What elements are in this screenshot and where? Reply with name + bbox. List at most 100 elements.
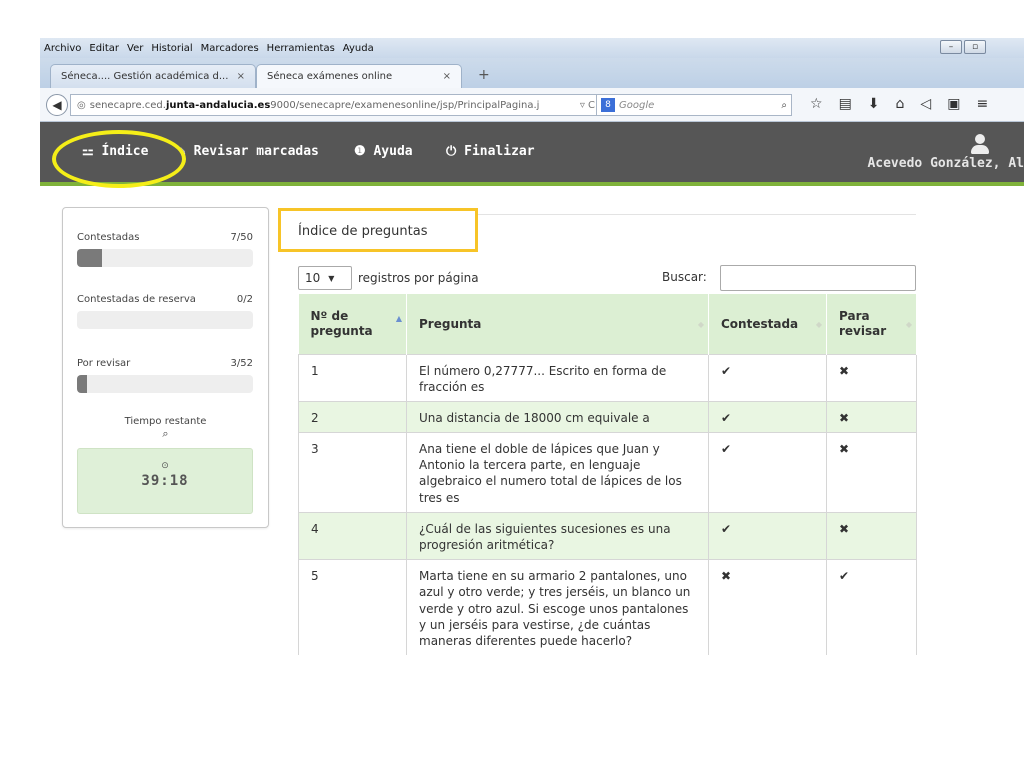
page-length-control: 10 ▼ registros por página — [298, 266, 479, 290]
minimize-icon[interactable]: – — [940, 40, 962, 54]
menu-icon[interactable]: ≡ — [976, 96, 988, 112]
search-input[interactable] — [720, 265, 916, 291]
menu-marcadores[interactable]: Marcadores — [197, 43, 263, 54]
menu-editar[interactable]: Editar — [85, 43, 123, 54]
browser-menubar: Archivo Editar Ver Historial Marcadores … — [40, 38, 1024, 58]
window-controls: – ▫ — [940, 40, 986, 54]
menu-historial[interactable]: Historial — [147, 43, 196, 54]
nav-ayuda[interactable]: ❶ Ayuda — [354, 144, 413, 159]
nav-label: Finalizar — [464, 144, 535, 159]
url-domain: junta-andalucia.es — [165, 99, 271, 111]
progress-bar — [77, 249, 253, 267]
progress-fill — [77, 375, 88, 393]
stat-value: 0/2 — [236, 294, 253, 305]
power-icon: ⏻ — [446, 144, 457, 159]
search-engine-field[interactable]: 8 Google ⌕ — [596, 94, 792, 116]
col-header-para-revisar[interactable]: Para revisar ◆ — [826, 294, 917, 354]
url-prefix: senecapre.ced. — [89, 99, 166, 111]
user-name: Acevedo González, Al — [867, 156, 1024, 171]
questions-table: Nº de pregunta ▲ Pregunta ◆ Contestada ◆ Pa… — [298, 294, 917, 656]
stat-label: Contestadas de reserva — [77, 294, 196, 305]
stat-value: 7/50 — [230, 232, 253, 243]
menu-herramientas[interactable]: Herramientas — [263, 43, 339, 54]
tab-title: Séneca.... Gestión académica d... — [61, 71, 229, 82]
addon-icon[interactable]: ▣ — [947, 96, 960, 112]
question-text[interactable]: El número 0,27777... Escrito en forma de… — [406, 353, 709, 402]
url-field[interactable]: ◎ senecapre.ced. junta-andalucia.es 9000/s… — [70, 94, 602, 116]
progress-panel: Contestadas 7/50 Contestadas de reserva … — [62, 207, 269, 528]
stat-por-revisar: Por revisar 3/52 — [77, 358, 253, 393]
timer-value: 39:18 — [141, 473, 189, 489]
search-icon[interactable]: ⌕ — [781, 100, 791, 111]
review-icon: ✔ — [826, 559, 917, 656]
question-text[interactable]: ¿Cuál de las siguientes sucesiones es un… — [406, 511, 709, 560]
share-icon[interactable]: ◁ — [920, 96, 931, 112]
stat-contestadas-reserva: Contestadas de reserva 0/2 — [77, 294, 253, 329]
nav-label: Revisar marcadas — [193, 144, 319, 159]
table-row[interactable]: 1 El número 0,27777... Escrito en forma … — [298, 353, 917, 402]
answered-icon: ✔ — [708, 400, 827, 433]
table-row[interactable]: 3 Ana tiene el doble de lápices que Juan… — [298, 432, 917, 513]
answered-icon: ✔ — [708, 432, 827, 513]
table-row[interactable]: 2 Una distancia de 18000 cm equivale a ✔… — [298, 400, 917, 433]
app-header: ⚍ Índice ✎ Revisar marcadas ❶ Ayuda ⏻ Fi… — [40, 122, 1024, 186]
search-label: Buscar: — [662, 270, 707, 284]
review-icon: ✖ — [826, 511, 917, 560]
menu-ayuda[interactable]: Ayuda — [339, 43, 378, 54]
progress-fill — [77, 249, 102, 267]
nav-finalizar[interactable]: ⏻ Finalizar — [446, 144, 535, 159]
table-row[interactable]: 4 ¿Cuál de las siguientes sucesiones es … — [298, 511, 917, 560]
sort-icon: ◆ — [905, 320, 912, 329]
close-icon[interactable]: × — [229, 71, 245, 82]
user-icon — [970, 134, 990, 154]
question-number: 1 — [298, 353, 407, 402]
info-icon: ❶ — [354, 144, 366, 159]
browser-toolbar-icons: ☆ ▤ ⬇ ⌂ ◁ ▣ ≡ — [810, 96, 988, 112]
stat-label: Contestadas — [77, 232, 140, 243]
maximize-icon[interactable]: ▫ — [964, 40, 986, 54]
menu-archivo[interactable]: Archivo — [40, 43, 85, 54]
col-header-contestada[interactable]: Contestada ◆ — [708, 294, 827, 354]
review-icon: ✖ — [826, 400, 917, 433]
col-header-pregunta[interactable]: Pregunta ◆ — [406, 294, 709, 354]
download-icon[interactable]: ⬇ — [868, 96, 880, 112]
question-text[interactable]: Ana tiene el doble de lápices que Juan y… — [406, 432, 709, 513]
sort-icon: ◆ — [815, 320, 822, 329]
progress-bar — [77, 311, 253, 329]
bookmarks-icon[interactable]: ▤ — [839, 96, 852, 112]
page-length-select[interactable]: 10 ▼ — [298, 266, 352, 290]
question-text[interactable]: Marta tiene en su armario 2 pantalones, … — [406, 559, 709, 656]
question-number: 5 — [298, 559, 407, 656]
close-icon[interactable]: × — [435, 71, 451, 82]
stat-contestadas: Contestadas 7/50 — [77, 232, 253, 267]
nav-revisar-marcadas[interactable]: ✎ Revisar marcadas — [178, 144, 319, 159]
answered-icon: ✔ — [708, 511, 827, 560]
timer-label: Tiempo restante — [124, 416, 207, 427]
browser-tabbar: Séneca.... Gestión académica d... × Séne… — [40, 58, 1024, 88]
search-icon: ⌕ — [162, 427, 169, 440]
new-tab-button[interactable]: + — [478, 67, 490, 83]
tab-examenes-online[interactable]: Séneca exámenes online × — [256, 64, 462, 88]
back-arrow-icon[interactable]: ◀ — [46, 94, 68, 116]
star-icon[interactable]: ☆ — [810, 96, 823, 112]
stat-label: Por revisar — [77, 358, 131, 369]
page-length-label: registros por página — [358, 271, 479, 285]
table-row[interactable]: 5 Marta tiene en su armario 2 pantalones… — [298, 559, 917, 656]
tab-title: Séneca exámenes online — [267, 71, 393, 82]
user-menu[interactable]: Acevedo González, Al — [867, 134, 1024, 171]
divider — [478, 214, 916, 215]
question-number: 4 — [298, 511, 407, 560]
stat-value: 3/52 — [230, 358, 253, 369]
url-path: 9000/senecapre/examenesonline/jsp/Princi… — [270, 99, 540, 111]
sort-asc-icon: ▲ — [395, 314, 402, 323]
home-icon[interactable]: ⌂ — [896, 96, 905, 112]
col-header-numero[interactable]: Nº de pregunta ▲ — [298, 294, 407, 354]
timer-box: ⊙ 39:18 — [77, 448, 253, 514]
question-text[interactable]: Una distancia de 18000 cm equivale a — [406, 400, 709, 433]
page-length-value: 10 — [305, 271, 321, 285]
table-header-row: Nº de pregunta ▲ Pregunta ◆ Contestada ◆ Pa… — [298, 294, 917, 354]
sort-icon: ◆ — [697, 320, 704, 329]
tab-gestion-academica[interactable]: Séneca.... Gestión académica d... × — [50, 64, 256, 88]
browser-navbar: ◀ ◎ senecapre.ced. junta-andalucia.es 9000… — [40, 88, 1024, 122]
menu-ver[interactable]: Ver — [123, 43, 147, 54]
